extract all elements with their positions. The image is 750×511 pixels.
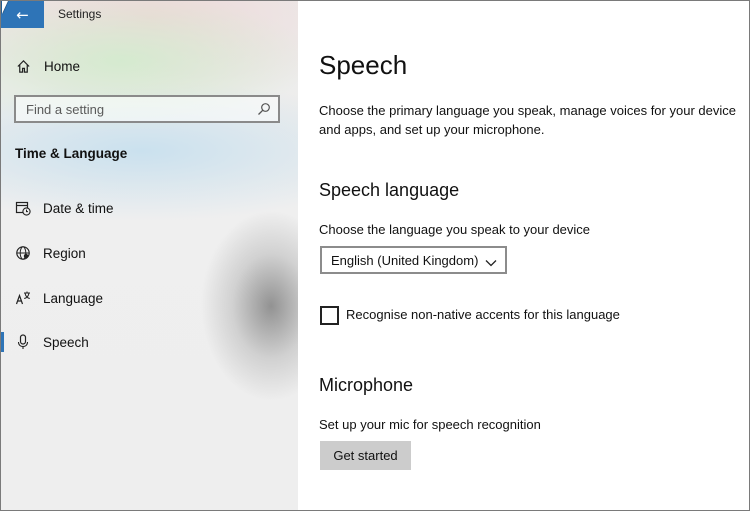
section-heading: Time & Language	[15, 146, 128, 161]
speech-language-dropdown[interactable]: English (United Kingdom)	[320, 246, 507, 274]
globe-icon	[15, 245, 31, 261]
get-started-button[interactable]: Get started	[320, 441, 411, 470]
microphone-icon	[15, 334, 31, 350]
non-native-accents-checkbox[interactable]	[320, 306, 339, 325]
sidebar-item-label: Home	[44, 58, 81, 74]
home-icon	[15, 58, 31, 74]
sidebar-item-label: Date & time	[43, 200, 114, 216]
sidebar-item-home[interactable]: Home	[1, 49, 298, 83]
selected-indicator	[1, 332, 4, 352]
search-icon	[257, 102, 271, 116]
sidebar-item-label: Language	[43, 290, 104, 306]
checkbox-label: Recognise non-native accents for this la…	[346, 307, 620, 322]
sidebar-item-label: Speech	[43, 334, 89, 350]
microphone-heading: Microphone	[319, 375, 414, 395]
calendar-clock-icon	[15, 200, 31, 216]
main-content: Speech Choose the primary language you s…	[298, 1, 749, 510]
chevron-down-icon	[485, 255, 497, 267]
sidebar-item-language[interactable]: Language	[1, 281, 298, 315]
page-description: Choose the primary language you speak, m…	[319, 103, 736, 137]
microphone-prompt: Set up your mic for speech recognition	[319, 417, 541, 432]
sidebar-item-label: Region	[43, 245, 86, 261]
language-icon	[15, 290, 31, 306]
settings-window: ← Settings Home Find a setting Time & La…	[0, 0, 750, 511]
title-bar: ← Settings	[1, 1, 298, 28]
search-placeholder: Find a setting	[26, 102, 105, 117]
speech-language-heading: Speech language	[319, 180, 460, 200]
window-title: Settings	[58, 7, 102, 21]
sidebar-item-date-time[interactable]: Date & time	[1, 191, 298, 225]
sidebar-item-speech[interactable]: Speech	[1, 325, 298, 359]
back-arrow-icon: ←	[16, 5, 29, 24]
search-input[interactable]: Find a setting	[14, 95, 280, 123]
mouse-cursor-icon	[2, 1, 8, 14]
page-title: Speech	[319, 50, 408, 80]
dropdown-value: English (United Kingdom)	[331, 253, 479, 268]
speech-language-prompt: Choose the language you speak to your de…	[319, 222, 591, 237]
sidebar: ← Settings Home Find a setting Time & La…	[1, 1, 298, 510]
sidebar-item-region[interactable]: Region	[1, 236, 298, 270]
